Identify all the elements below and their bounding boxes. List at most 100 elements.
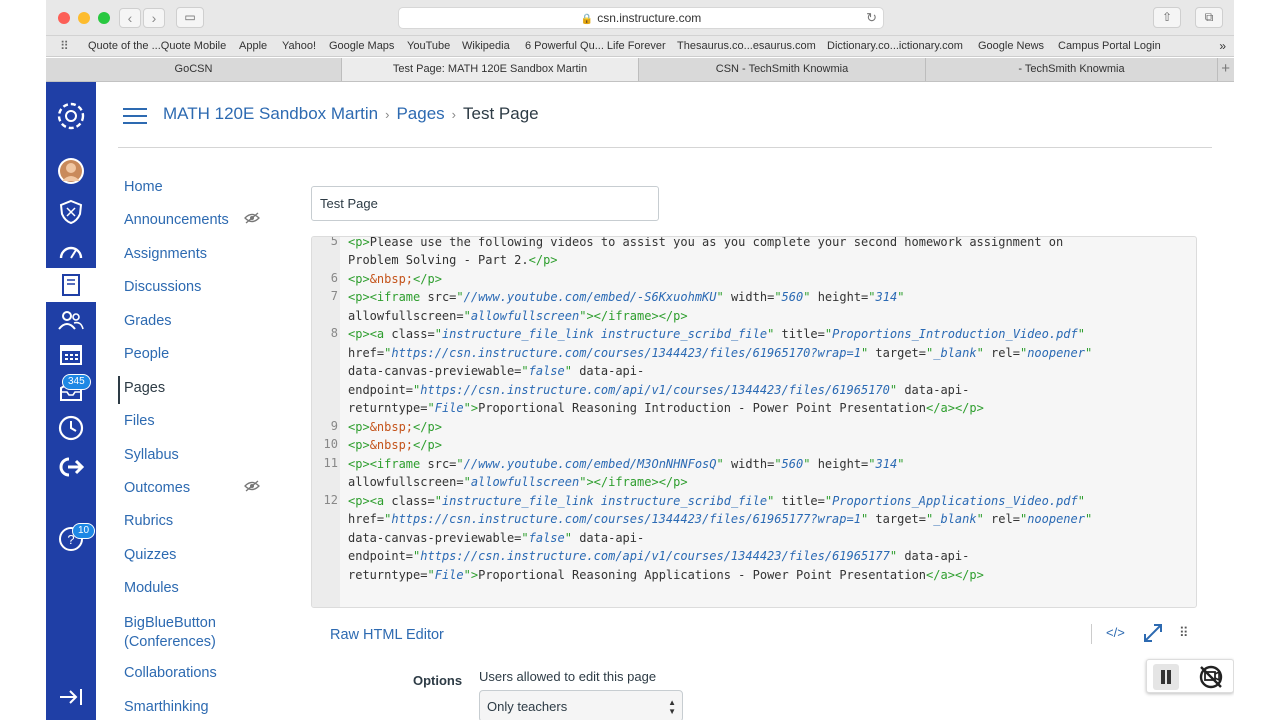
calendar-icon[interactable] <box>46 337 96 371</box>
course-nav-rubrics[interactable]: Rubrics <box>124 513 173 529</box>
editor-tools: </> ⠿ <box>1091 622 1201 648</box>
course-nav-syllabus[interactable]: Syllabus <box>124 447 179 463</box>
line-number: 12 <box>323 493 338 507</box>
screen: ‹ › ▭ 🔒 csn.instructure.com ↻ ⇧ ⧉ ⠿ Quote… <box>0 0 1280 720</box>
code-line: Problem Solving - Part 2.</p> <box>348 253 558 267</box>
course-nav-assignments[interactable]: Assignments <box>124 246 207 262</box>
groups-icon[interactable] <box>46 303 96 337</box>
breadcrumb-current: Test Page <box>463 104 539 123</box>
back-icon[interactable]: ‹ <box>119 8 141 28</box>
favorite-link[interactable]: Quote of the ...Quote Mobile <box>88 40 226 52</box>
code-line: allowfullscreen="allowfullscreen"></ifra… <box>348 475 688 489</box>
code-line: endpoint="https://csn.instructure.com/ap… <box>348 383 970 397</box>
browser-toolbar: ‹ › ▭ 🔒 csn.instructure.com ↻ ⇧ ⧉ <box>46 0 1234 36</box>
tab-bar: GoCSN Test Page: MATH 120E Sandbox Marti… <box>46 58 1234 82</box>
course-nav-outcomes[interactable]: Outcomes <box>124 480 260 496</box>
breadcrumb: MATH 120E Sandbox Martin › Pages › Test Page <box>163 104 539 124</box>
code-line: href="https://csn.instructure.com/course… <box>348 512 1093 526</box>
fullscreen-icon[interactable] <box>1143 623 1163 646</box>
course-nav-home[interactable]: Home <box>124 179 163 195</box>
course-nav-discussions[interactable]: Discussions <box>124 279 201 295</box>
select-arrows-icon: ▲ ▼ <box>668 698 676 716</box>
course-nav-smarthinking[interactable]: Smarthinking <box>124 699 209 715</box>
sidebar-toggle-icon[interactable]: ▭ <box>176 7 204 28</box>
drag-resize-handle-icon[interactable]: ⠿ <box>1179 625 1189 641</box>
favorite-link[interactable]: Google News <box>978 40 1044 52</box>
course-nav-people[interactable]: People <box>124 346 169 362</box>
collapse-nav-icon[interactable] <box>46 680 96 714</box>
more-favorites-icon[interactable]: » <box>1219 39 1226 53</box>
html-toggle-icon[interactable]: </> <box>1106 625 1125 640</box>
canvas-logo-icon[interactable] <box>46 99 96 133</box>
raw-html-code-editor[interactable]: 5 6 7 8 9 10 11 12 <p>Please use the fol… <box>311 236 1197 608</box>
code-line: <p><iframe src="//www.youtube.com/embed/… <box>348 457 905 471</box>
browser-tab[interactable]: GoCSN <box>46 58 342 81</box>
pause-recording-button[interactable] <box>1153 664 1179 690</box>
account-avatar-icon[interactable] <box>46 154 96 188</box>
raw-html-editor-toggle[interactable]: Raw HTML Editor <box>330 627 444 643</box>
code-line: data-canvas-previewable="false" data-api… <box>348 364 645 378</box>
code-line: href="https://csn.instructure.com/course… <box>348 346 1093 360</box>
browser-tab[interactable]: CSN - TechSmith Knowmia <box>639 58 926 81</box>
options-label: Options <box>413 673 463 688</box>
chevron-right-icon: › <box>451 107 457 122</box>
favorite-link[interactable]: Wikipedia <box>462 40 510 52</box>
code-line: endpoint="https://csn.instructure.com/ap… <box>348 549 970 563</box>
browser-window: ‹ › ▭ 🔒 csn.instructure.com ↻ ⇧ ⧉ ⠿ Quote… <box>46 0 1234 720</box>
favorite-link[interactable]: YouTube <box>407 40 450 52</box>
toolbar-divider <box>1091 624 1092 644</box>
history-clock-icon[interactable] <box>46 411 96 445</box>
browser-tab[interactable]: - TechSmith Knowmia <box>926 58 1218 81</box>
inbox-unread-badge: 345 <box>62 374 91 390</box>
breadcrumb-pages[interactable]: Pages <box>396 104 444 123</box>
course-nav-grades[interactable]: Grades <box>124 313 172 329</box>
favorite-link[interactable]: Google Maps <box>329 40 394 52</box>
favorites-bar: ⠿ Quote of the ...Quote Mobile Apple Yah… <box>46 36 1234 57</box>
favorite-link[interactable]: Campus Portal Login <box>1058 40 1161 52</box>
minimize-window-button[interactable] <box>78 12 90 24</box>
recorder-controls <box>1146 659 1234 693</box>
new-tab-icon[interactable]: + <box>1221 60 1230 77</box>
favorites-grid-icon[interactable]: ⠿ <box>60 39 69 53</box>
favorite-link[interactable]: Yahoo! <box>282 40 316 52</box>
course-nav-files[interactable]: Files <box>124 413 155 429</box>
admin-shield-icon[interactable] <box>46 195 96 229</box>
close-window-button[interactable] <box>58 12 70 24</box>
course-nav-conferences[interactable]: BigBlueButton (Conferences) <box>124 614 234 652</box>
course-nav-quizzes[interactable]: Quizzes <box>124 547 176 563</box>
hidden-eye-icon <box>244 480 260 495</box>
edit-permission-select[interactable]: Only teachers ▲ ▼ <box>479 690 683 720</box>
webcam-off-icon[interactable] <box>1191 663 1231 691</box>
browser-tab-active[interactable]: Test Page: MATH 120E Sandbox Martin <box>342 58 639 81</box>
course-nav-pages[interactable]: Pages <box>124 380 165 396</box>
favorite-link[interactable]: Dictionary.co...ictionary.com <box>827 40 963 52</box>
courses-icon[interactable] <box>46 268 96 302</box>
line-number: 8 <box>330 326 338 340</box>
line-number: 6 <box>330 271 338 285</box>
share-icon[interactable]: ⇧ <box>1153 7 1181 28</box>
active-nav-indicator <box>118 376 120 404</box>
line-number: 10 <box>323 437 338 451</box>
page-title-input[interactable]: Test Page <box>311 186 659 221</box>
course-nav-announcements[interactable]: Announcements <box>124 212 260 228</box>
dashboard-icon[interactable] <box>46 234 96 268</box>
favorite-link[interactable]: 6 Powerful Qu... Life Forever <box>525 40 666 52</box>
address-bar[interactable]: 🔒 csn.instructure.com ↻ <box>398 7 884 29</box>
code-line: data-canvas-previewable="false" data-api… <box>348 531 645 545</box>
breadcrumb-course[interactable]: MATH 120E Sandbox Martin <box>163 104 378 123</box>
favorite-link[interactable]: Apple <box>239 40 267 52</box>
help-badge: 10 <box>72 523 96 539</box>
tab-overview-icon[interactable]: ⧉ <box>1195 7 1223 28</box>
line-number: 9 <box>330 419 338 433</box>
course-nav-modules[interactable]: Modules <box>124 580 179 596</box>
forward-icon[interactable]: › <box>143 8 165 28</box>
zoom-window-button[interactable] <box>98 12 110 24</box>
favorite-link[interactable]: Thesaurus.co...esaurus.com <box>677 40 816 52</box>
course-nav-collaborations[interactable]: Collaborations <box>124 665 217 681</box>
commons-icon[interactable] <box>46 450 96 484</box>
course-menu-toggle-icon[interactable] <box>123 105 147 125</box>
global-navigation: 345 ? 10 <box>46 82 96 720</box>
reload-icon[interactable]: ↻ <box>866 8 877 28</box>
edit-permission-label: Users allowed to edit this page <box>479 669 657 684</box>
edit-permission-value: Only teachers <box>487 699 568 714</box>
